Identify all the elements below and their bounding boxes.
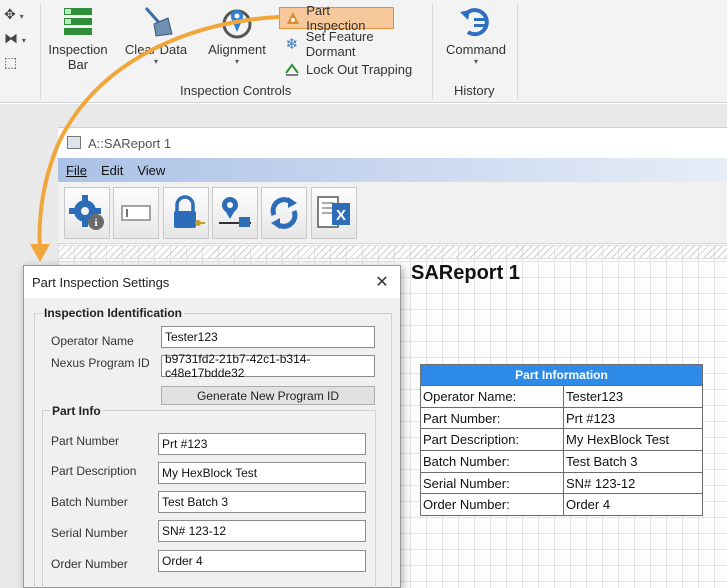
clear-data-button[interactable]: Clear Data ▾ (121, 4, 191, 66)
ribbon-separator (517, 4, 518, 99)
part-description-field[interactable]: My HexBlock Test (158, 462, 366, 484)
label-field-icon (121, 205, 151, 221)
chevron-down-icon: ▾ (234, 57, 239, 66)
label-field-button[interactable] (113, 187, 159, 239)
set-feature-dormant-button[interactable]: ❄ Set Feature Dormant (279, 29, 429, 59)
table-cell-value: Order 4 (563, 493, 703, 517)
part-inspection-icon (284, 9, 301, 27)
close-icon[interactable]: ✕ (373, 272, 391, 292)
part-number-label: Part Number (51, 434, 120, 448)
table-cell-key: Batch Number: (420, 450, 564, 473)
table-cell-key: Part Description: (420, 428, 564, 452)
broom-icon (138, 4, 174, 40)
chevron-down-icon: ▾ (153, 57, 158, 66)
table-row: Order Number: Order 4 (420, 493, 703, 517)
chevron-down-icon: ▾ (473, 57, 478, 66)
program-id-field[interactable]: b9731fd2-21b7-42c1-b314-c48e17bdde32 (161, 352, 375, 380)
table-cell-key: Serial Number: (420, 471, 564, 495)
inspection-controls-group-label: Inspection Controls (180, 83, 292, 98)
part-number-field[interactable]: Prt #123 (158, 433, 366, 455)
clear-data-label: Clear Data (124, 42, 188, 57)
dialog-title: Part Inspection Settings (32, 274, 170, 290)
report-menubar: File Edit View (58, 158, 727, 182)
alignment-icon (219, 4, 255, 40)
order-number-field[interactable]: Order 4 (158, 550, 366, 572)
menu-file[interactable]: File (66, 163, 87, 178)
table-cell-value: Prt #123 (563, 406, 703, 430)
batch-number-label: Batch Number (51, 495, 128, 509)
refresh-button[interactable] (261, 187, 307, 239)
inspection-bar-label-1: Inspection (48, 42, 108, 57)
table-row: Part Number: Prt #123 (420, 406, 703, 430)
table-cell-key: Operator Name: (420, 385, 564, 408)
report-window-title: A::SAReport 1 (88, 135, 172, 151)
lock-key-icon (174, 195, 205, 228)
excel-export-icon: X (317, 196, 350, 228)
operator-name-label: Operator Name (51, 334, 134, 348)
report-ruler-hatch (58, 245, 727, 259)
inspection-bar-label-2: Bar (67, 57, 89, 72)
location-lock-icon (219, 197, 251, 227)
set-feature-dormant-label: Set Feature Dormant (305, 29, 374, 59)
location-lock-button[interactable] (212, 187, 258, 239)
command-button[interactable]: Command ▾ (442, 4, 510, 66)
alignment-button[interactable]: Alignment ▾ (204, 4, 270, 66)
table-cell-value: Tester123 (563, 385, 703, 408)
refresh-icon (270, 197, 298, 229)
command-history-icon (458, 4, 494, 40)
report-app-icon (67, 136, 81, 149)
part-inspection-settings-dialog: Part Inspection Settings ✕ Inspection Id… (23, 265, 401, 588)
report-toolbar: i X (58, 182, 727, 244)
table-cell-key: Order Number: (420, 493, 564, 517)
table-cell-value: My HexBlock Test (563, 428, 703, 452)
menu-edit[interactable]: Edit (101, 163, 123, 178)
snowflake-icon: ❄ (285, 36, 299, 53)
lock-out-trapping-button[interactable]: Lock Out Trapping (279, 58, 429, 80)
dialog-titlebar[interactable]: Part Inspection Settings ✕ (24, 266, 400, 298)
table-cell-value: Test Batch 3 (563, 450, 703, 473)
lock-key-button[interactable] (163, 187, 209, 239)
part-inspection-button[interactable]: Part Inspection (279, 3, 394, 33)
svg-text:X: X (336, 207, 346, 224)
select-box-icon[interactable]: ⬚ (4, 54, 26, 78)
settings-info-button[interactable]: i (64, 187, 110, 239)
alignment-label: Alignment (208, 42, 266, 57)
table-cell-key: Part Number: (420, 406, 564, 430)
serial-number-label: Serial Number (51, 526, 128, 540)
trapping-icon (283, 60, 301, 78)
command-label: Command (446, 42, 506, 57)
identification-header: Inspection Identification (42, 306, 185, 320)
table-cell-value: SN# 123-12 (563, 471, 703, 495)
table-row: Operator Name: Tester123 (420, 385, 703, 408)
program-id-label: Nexus Program ID (51, 356, 150, 370)
svg-text:i: i (94, 217, 97, 229)
table-row: Part Description: My HexBlock Test (420, 428, 703, 452)
report-heading: SAReport 1 (411, 262, 520, 284)
move-gizmo-icon[interactable]: ✥ ▾ (4, 6, 26, 30)
order-number-label: Order Number (51, 557, 128, 571)
left-tool-column: ✥ ▾ ⧓ ▾ ⬚ (4, 6, 26, 78)
generate-program-id-button[interactable]: Generate New Program ID (161, 386, 375, 405)
ribbon-separator (40, 4, 41, 99)
ribbon-separator (432, 4, 433, 99)
ribbon: ✥ ▾ ⧓ ▾ ⬚ Inspection Bar Clear Data ▾ Al… (0, 0, 727, 103)
serial-number-field[interactable]: SN# 123-12 (158, 520, 366, 542)
report-window-titlebar[interactable]: A::SAReport 1 (58, 128, 727, 158)
batch-number-field[interactable]: Test Batch 3 (158, 491, 366, 513)
part-info-header: Part Info (50, 404, 103, 418)
lock-out-trapping-label: Lock Out Trapping (306, 61, 413, 77)
inspection-bar-icon (60, 4, 96, 40)
table-row: Serial Number: SN# 123-12 (420, 471, 703, 495)
excel-export-button[interactable]: X (311, 187, 357, 239)
menu-view[interactable]: View (137, 163, 165, 178)
part-description-label: Part Description (51, 464, 137, 478)
mirror-icon[interactable]: ⧓ ▾ (4, 30, 26, 54)
history-group-label: History (454, 83, 495, 98)
part-information-table: Part Information Operator Name: Tester123… (420, 364, 703, 517)
inspection-bar-button[interactable]: Inspection Bar (46, 4, 110, 72)
table-row: Batch Number: Test Batch 3 (420, 450, 703, 473)
table-header: Part Information (420, 364, 703, 386)
settings-info-icon: i (69, 195, 104, 230)
operator-name-field[interactable]: Tester123 (161, 326, 375, 348)
